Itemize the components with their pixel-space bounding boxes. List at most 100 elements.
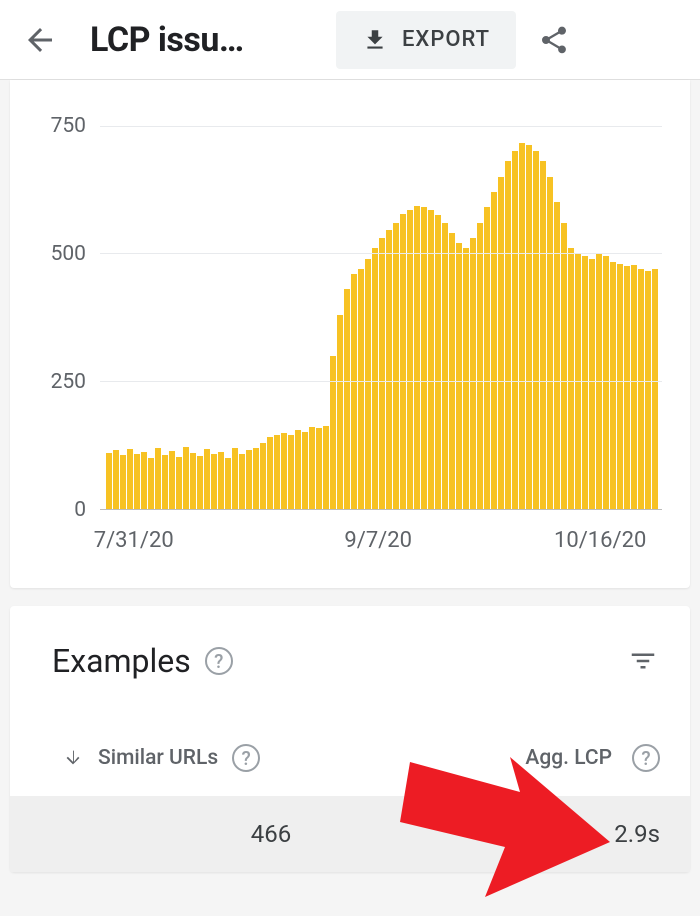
chart-bar [120,455,126,509]
chart-bar [463,248,469,509]
chart-bar [246,450,252,509]
row-count: 466 [62,820,560,848]
chart-bar [316,428,322,509]
column-similar-urls[interactable]: Similar URLs ? [62,744,525,772]
column-similar-urls-label: Similar URLs [98,746,218,770]
chart-bar [393,223,399,509]
chart-bar [211,454,217,509]
chart-bar [267,437,273,509]
chart-bar [309,427,315,509]
x-tick-label: 7/31/20 [94,528,174,553]
column-agg-lcp[interactable]: Agg. LCP ? [525,744,660,772]
share-button[interactable] [532,18,576,62]
chart-bar [449,233,455,509]
examples-header: Examples ? [10,642,690,728]
chart-bar [225,458,231,509]
help-icon[interactable]: ? [205,647,233,675]
examples-card: Examples ? Similar URLs ? Agg. LCP ? 466… [10,606,690,872]
y-tick-label: 750 [51,114,86,138]
chart-bar [218,452,224,509]
chart-bar [113,450,119,509]
chart-bar [239,454,245,509]
chart-bar [505,161,511,509]
filter-button[interactable] [628,646,658,676]
export-button-label: EXPORT [402,27,490,52]
chart-bar [624,266,630,509]
gridline [100,126,662,127]
chart-bar [554,202,560,509]
chart-bar [232,448,238,509]
gridline [100,381,662,382]
chart-bar [190,453,196,509]
chart-bar [204,449,210,509]
help-icon[interactable]: ? [632,744,660,772]
arrow-down-icon [62,747,84,769]
examples-title: Examples [52,642,191,680]
chart-bar [106,453,112,509]
app-header: LCP issu… EXPORT [0,0,700,80]
chart-bar [281,433,287,509]
x-tick-label: 9/7/20 [344,528,412,553]
chart-bar [169,451,175,509]
column-agg-lcp-label: Agg. LCP [525,746,612,770]
chart-bar [288,435,294,509]
chart-bar [582,256,588,509]
chart-bar [197,456,203,509]
chart-bar [330,356,336,509]
chart-bar [519,143,525,509]
content-area: 0250500750 7/31/20 9/7/20 10/16/20 Example… [0,80,700,916]
download-icon [362,27,388,53]
help-icon[interactable]: ? [232,744,260,772]
chart-bar [456,243,462,509]
chart-bar [379,238,385,509]
chart-bar [183,447,189,509]
chart-bar [302,432,308,509]
chart-bar [477,223,483,509]
chart-bar [526,145,532,509]
x-axis-labels: 7/31/209/7/2010/16/20 [100,510,662,560]
chart-bar [176,457,182,509]
export-button[interactable]: EXPORT [336,11,516,69]
chart-bar [533,151,539,509]
chart-bar [274,435,280,509]
chart-bar [589,259,595,510]
chart-bar [512,151,518,509]
x-tick-label: 10/16/20 [554,528,646,553]
chart-plot [100,100,662,510]
chart-bar [155,448,161,509]
gridline [100,253,662,254]
chart-bar [386,230,392,509]
chart-bar [428,210,434,509]
back-button[interactable] [18,18,62,62]
chart-area: 0250500750 7/31/20 9/7/20 10/16/20 [18,100,662,560]
arrow-left-icon [22,22,58,58]
chart-bar [407,210,413,509]
examples-column-headers: Similar URLs ? Agg. LCP ? [10,728,690,796]
chart-bar [603,256,609,509]
chart-bar [547,177,553,509]
chart-bar [652,269,658,509]
chart-card: 0250500750 7/31/20 9/7/20 10/16/20 [10,80,690,588]
chart-bar [162,455,168,509]
chart-bar [491,192,497,509]
chart-bar [568,248,574,509]
chart-bar [442,223,448,509]
chart-bar [127,449,133,509]
chart-bar [645,271,651,509]
chart-bar [351,274,357,509]
chart-bar [141,452,147,509]
chart-bar [610,262,616,509]
chart-bar [617,264,623,509]
table-row[interactable]: 466 2.9s [10,796,690,872]
y-axis-labels: 0250500750 [18,100,100,510]
chart-bars [106,100,658,509]
chart-bar [372,248,378,509]
chart-bar [638,269,644,509]
chart-bar [148,458,154,509]
row-lcp: 2.9s [560,820,660,848]
chart-bar [295,430,301,509]
chart-bar [253,448,259,509]
chart-bar [540,161,546,509]
page-title: LCP issu… [90,20,320,60]
chart-bar [260,443,266,509]
